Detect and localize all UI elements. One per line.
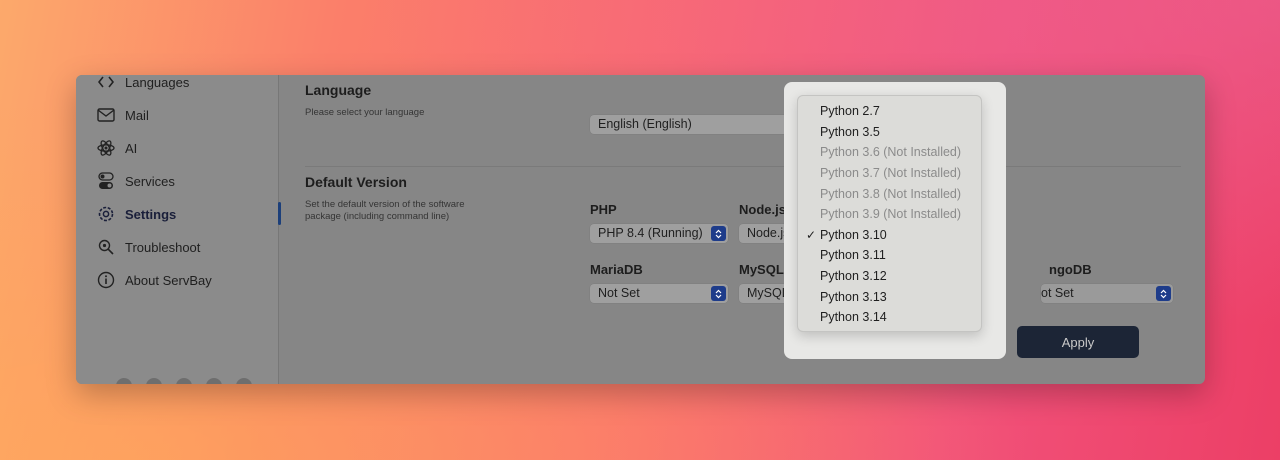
python-menu-item-label: Python 3.13 — [820, 289, 887, 304]
sidebar-item-languages[interactable]: Languages — [96, 75, 189, 94]
python-menu-item-label: Python 2.7 — [820, 104, 880, 119]
sidebar-item-settings[interactable]: Settings — [96, 202, 176, 226]
php-version-value: PHP 8.4 (Running) — [598, 226, 703, 240]
atom-icon — [96, 138, 116, 158]
sidebar-item-troubleshoot[interactable]: Troubleshoot — [96, 235, 200, 259]
python-menu-item-label: Python 3.10 — [820, 227, 887, 242]
sidebar-item-services[interactable]: Services — [96, 169, 175, 193]
php-version-select[interactable]: PHP 8.4 (Running) — [590, 224, 728, 243]
sidebar-item-label: About ServBay — [125, 272, 212, 288]
sidebar-item-mail[interactable]: Mail — [96, 103, 149, 127]
python-menu-item[interactable]: Python 3.14 — [798, 307, 981, 328]
info-circle-icon — [96, 270, 116, 290]
section-divider — [305, 166, 1181, 167]
chevron-updown-icon — [1156, 286, 1171, 301]
language-section-description: Please select your language — [305, 107, 425, 118]
python-menu-item-label: Python 3.5 — [820, 124, 880, 139]
magnifier-gear-icon — [96, 237, 116, 257]
sidebar-item-label: Settings — [125, 206, 177, 222]
sidebar-item-ai[interactable]: AI — [96, 136, 137, 160]
gear-icon — [96, 204, 116, 224]
footer-icon[interactable] — [236, 378, 252, 384]
python-menu-item[interactable]: Python 3.13 — [798, 286, 981, 307]
sidebar-item-label: Services — [125, 173, 175, 189]
python-menu-item: Python 3.7 (Not Installed) — [798, 163, 981, 184]
python-menu-item-label: Python 3.14 — [820, 310, 887, 325]
default-version-description: Set the default version of the software … — [305, 199, 465, 222]
mariadb-version-select[interactable]: Not Set — [590, 284, 728, 303]
mariadb-version-value: Not Set — [598, 286, 640, 300]
python-menu-item: Python 3.6 (Not Installed) — [798, 142, 981, 163]
apply-button[interactable]: Apply — [1017, 326, 1139, 358]
python-menu-item-label: Python 3.12 — [820, 269, 887, 284]
sidebar: Languages Mail AI Services Settings Trou… — [76, 75, 279, 384]
python-version-menu: Python 2.7 Python 3.5 Python 3.6 (Not Inst… — [797, 95, 982, 332]
settings-window: Languages Mail AI Services Settings Trou… — [76, 75, 1205, 384]
python-menu-item-label: Python 3.6 (Not Installed) — [820, 145, 962, 160]
python-menu-item-label: Python 3.11 — [820, 248, 886, 263]
language-section-title: Language — [305, 82, 372, 98]
python-menu-item[interactable]: Python 2.7 — [798, 101, 981, 122]
sidebar-item-label: Mail — [125, 107, 149, 123]
sidebar-item-about[interactable]: About ServBay — [96, 268, 212, 292]
python-menu-item: Python 3.9 (Not Installed) — [798, 204, 981, 225]
language-select[interactable]: English (English) — [590, 115, 816, 134]
language-select-value: English (English) — [598, 117, 692, 131]
default-version-title: Default Version — [305, 174, 407, 190]
footer-icon[interactable] — [146, 378, 162, 384]
mongodb-label: ngoDB — [1049, 262, 1092, 277]
footer-icon[interactable] — [206, 378, 222, 384]
python-menu-item-label: Python 3.8 (Not Installed) — [820, 186, 962, 201]
nodejs-label: Node.js — [739, 202, 786, 217]
settings-content: Language Please select your language Eng… — [280, 75, 1205, 384]
sidebar-footer-icons — [116, 378, 252, 384]
sidebar-item-label: Languages — [125, 75, 190, 90]
mariadb-label: MariaDB — [590, 262, 643, 277]
footer-icon[interactable] — [176, 378, 192, 384]
python-menu-item[interactable]: Python 3.11 — [798, 245, 981, 266]
python-menu-item[interactable]: ✓ Python 3.10 — [798, 225, 981, 246]
python-menu-item: Python 3.8 (Not Installed) — [798, 183, 981, 204]
python-menu-item[interactable]: Python 3.5 — [798, 122, 981, 143]
python-menu-item-label: Python 3.7 (Not Installed) — [820, 166, 962, 181]
php-label: PHP — [590, 202, 617, 217]
code-brackets-icon — [96, 75, 116, 92]
python-menu-item-label: Python 3.9 (Not Installed) — [820, 207, 962, 222]
footer-icon[interactable] — [116, 378, 132, 384]
mongodb-version-value: ot Set — [1041, 286, 1074, 300]
envelope-icon — [96, 105, 116, 125]
python-menu-item[interactable]: Python 3.12 — [798, 266, 981, 287]
chevron-updown-icon — [711, 226, 726, 241]
sidebar-item-label: Troubleshoot — [125, 239, 201, 255]
toggles-icon — [96, 171, 116, 191]
mysql-label: MySQL — [739, 262, 784, 277]
mongodb-version-select[interactable]: ot Set — [1041, 284, 1173, 303]
checkmark-icon: ✓ — [806, 227, 817, 242]
sidebar-item-label: AI — [125, 140, 138, 156]
chevron-updown-icon — [711, 286, 726, 301]
